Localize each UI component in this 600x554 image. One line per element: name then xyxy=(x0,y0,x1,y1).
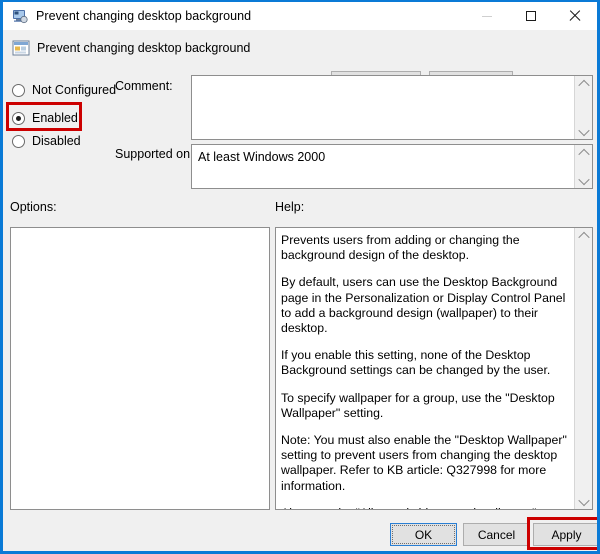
supported-on-label: Supported on: xyxy=(115,147,194,161)
chevron-up-icon[interactable] xyxy=(575,76,592,91)
radio-disabled-label: Disabled xyxy=(32,134,81,148)
help-paragraph: Note: You must also enable the "Desktop … xyxy=(281,433,567,493)
help-label: Help: xyxy=(275,200,305,214)
radio-not-configured-indicator xyxy=(12,83,25,97)
setting-title: Prevent changing desktop background xyxy=(37,41,251,55)
group-policy-setting-dialog: Prevent changing desktop background Prev… xyxy=(0,0,600,554)
supported-on-scrollbar[interactable] xyxy=(574,145,592,188)
cancel-button[interactable]: Cancel xyxy=(463,523,530,546)
chevron-down-icon[interactable] xyxy=(575,494,592,509)
chevron-down-icon[interactable] xyxy=(575,173,592,188)
maximize-icon xyxy=(526,11,536,21)
help-text: Prevents users from adding or changing t… xyxy=(276,228,574,509)
help-panel: Prevents users from adding or changing t… xyxy=(275,227,593,510)
comment-label: Comment: xyxy=(115,79,173,93)
close-icon xyxy=(569,10,581,22)
chevron-up-icon[interactable] xyxy=(575,145,592,160)
help-scrollbar[interactable] xyxy=(574,228,592,509)
help-paragraph: Also, see the "Allow only bitmapped wall… xyxy=(281,506,567,509)
radio-enabled[interactable]: Enabled xyxy=(12,109,78,127)
help-panel-content: Prevents users from adding or changing t… xyxy=(276,228,574,509)
apply-button[interactable]: Apply xyxy=(533,523,597,546)
help-paragraph: By default, users can use the Desktop Ba… xyxy=(281,275,566,336)
minimize-icon xyxy=(482,15,492,17)
help-paragraph: If you enable this setting, none of the … xyxy=(281,348,551,378)
minimize-button[interactable] xyxy=(465,2,509,30)
options-label: Options: xyxy=(10,200,57,214)
supported-on-input[interactable]: At least Windows 2000 xyxy=(191,144,593,189)
window-title: Prevent changing desktop background xyxy=(36,9,252,23)
supported-on-text-area[interactable]: At least Windows 2000 xyxy=(192,145,574,188)
comment-input[interactable] xyxy=(191,75,593,140)
comment-value xyxy=(192,76,574,86)
title-bar: Prevent changing desktop background xyxy=(3,2,597,30)
comment-scrollbar[interactable] xyxy=(574,76,592,139)
radio-not-configured-label: Not Configured xyxy=(32,83,117,97)
maximize-button[interactable] xyxy=(509,2,553,30)
radio-disabled-indicator xyxy=(12,134,25,148)
window-controls xyxy=(465,2,597,30)
help-paragraph: To specify wallpaper for a group, use th… xyxy=(281,390,555,420)
options-panel-content xyxy=(11,228,269,509)
radio-not-configured[interactable]: Not Configured xyxy=(12,81,116,99)
options-value xyxy=(11,228,269,238)
close-button[interactable] xyxy=(553,2,597,30)
ok-button[interactable]: OK xyxy=(390,523,457,546)
radio-enabled-label: Enabled xyxy=(32,111,78,125)
radio-enabled-indicator xyxy=(12,111,25,125)
setting-header: Prevent changing desktop background Prev… xyxy=(3,30,597,94)
comment-text-area[interactable] xyxy=(192,76,574,139)
options-panel[interactable] xyxy=(10,227,270,510)
chevron-up-icon[interactable] xyxy=(575,228,592,243)
help-paragraph: Prevents users from adding or changing t… xyxy=(281,233,520,263)
group-policy-icon xyxy=(12,39,30,57)
policy-setting-icon xyxy=(12,8,28,24)
radio-disabled[interactable]: Disabled xyxy=(12,132,81,150)
supported-on-value: At least Windows 2000 xyxy=(198,150,326,164)
chevron-down-icon[interactable] xyxy=(575,124,592,139)
